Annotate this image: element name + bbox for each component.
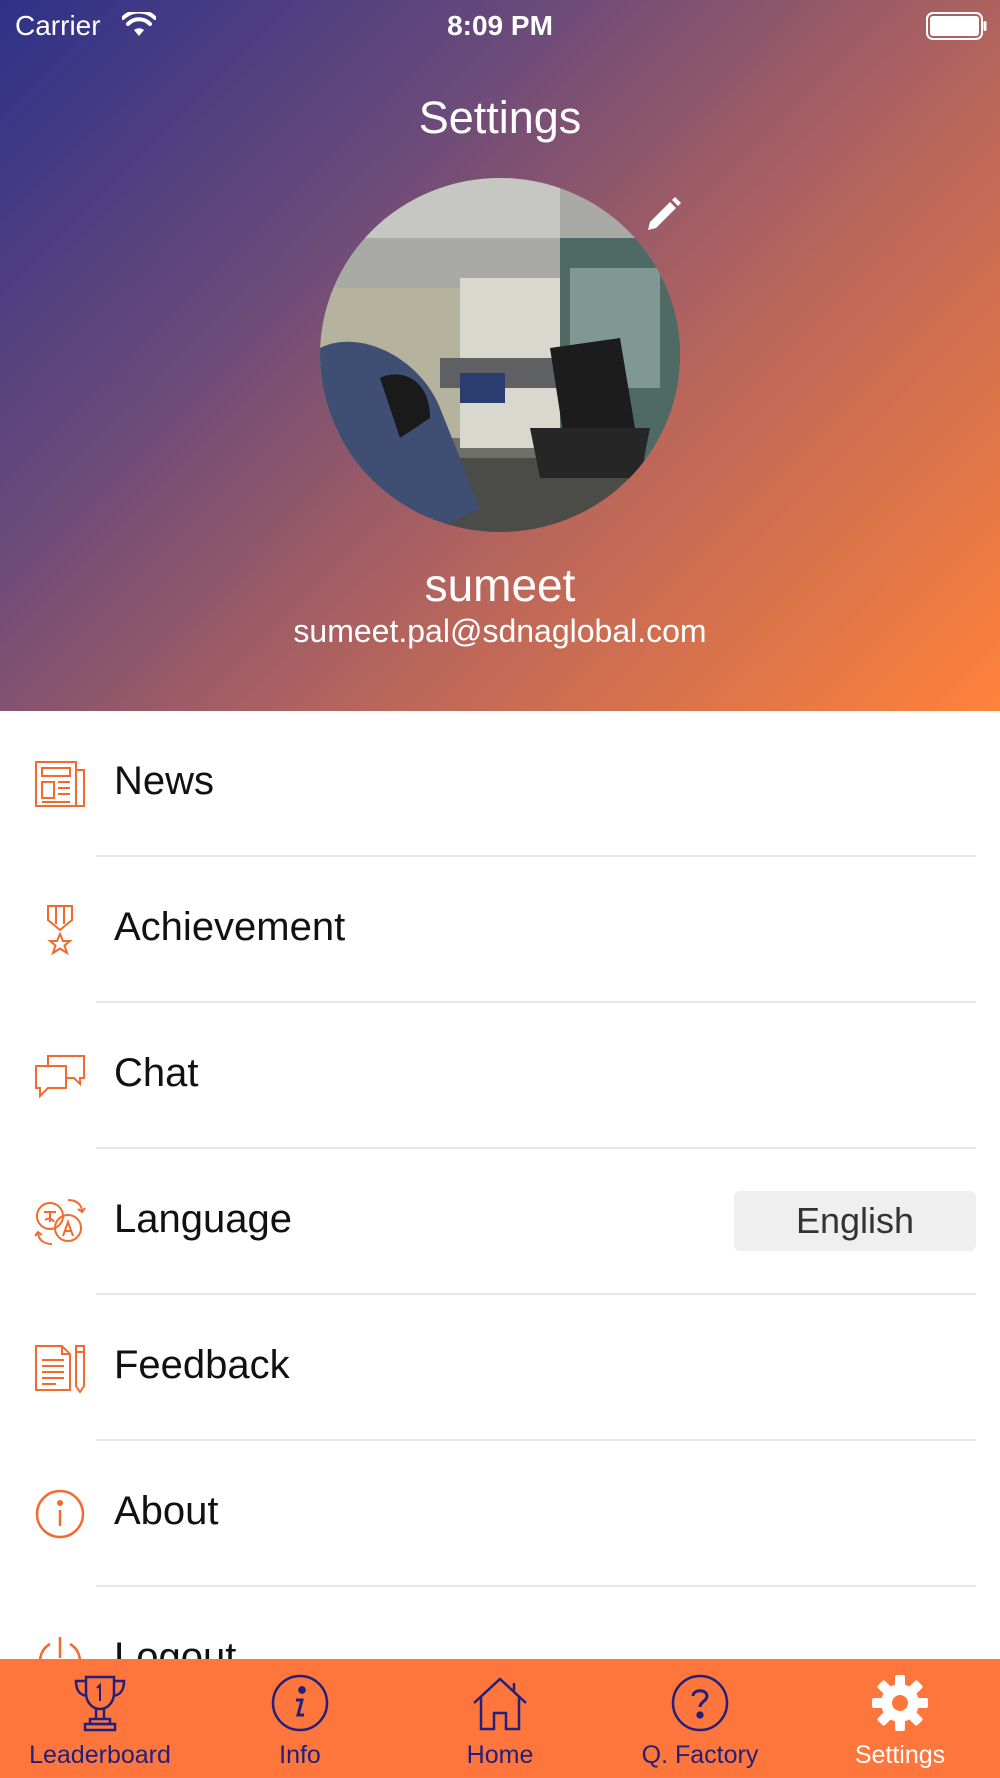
menu-item-chat[interactable]: Chat	[0, 1003, 1000, 1149]
tab-label: Leaderboard	[29, 1741, 171, 1769]
status-bar: Carrier 8:09 PM	[0, 0, 1000, 50]
tab-label: Info	[279, 1741, 321, 1769]
avatar[interactable]	[320, 178, 680, 532]
menu-item-feedback[interactable]: Feedback	[0, 1295, 1000, 1441]
settings-menu: News Achievement Chat Language Feedback …	[0, 711, 1000, 1733]
menu-item-label: News	[114, 759, 215, 803]
profile-header: Carrier 8:09 PM Settings sumeet sumeet.p…	[0, 0, 1000, 711]
menu-item-news[interactable]: News	[0, 711, 1000, 857]
menu-item-label: Chat	[114, 1051, 199, 1095]
translate-icon	[34, 1199, 86, 1245]
menu-item-about[interactable]: About	[0, 1441, 1000, 1587]
tab-label: Settings	[854, 1741, 946, 1769]
menu-item-label: About	[114, 1489, 219, 1533]
tab-label: Q. Factory	[641, 1741, 759, 1769]
trophy-icon	[74, 1675, 126, 1732]
info-icon	[271, 1674, 329, 1732]
tab-info[interactable]: Info	[200, 1659, 400, 1778]
menu-item-achievement[interactable]: Achievement	[0, 857, 1000, 1003]
menu-item-label: Language	[114, 1197, 292, 1241]
document-pen-icon	[35, 1345, 85, 1394]
language-value-button[interactable]: English	[734, 1191, 976, 1251]
edit-pencil-icon[interactable]	[640, 192, 686, 238]
question-icon	[671, 1674, 729, 1732]
avatar-photo	[320, 178, 680, 532]
menu-item-label: Achievement	[114, 905, 346, 949]
page-title: Settings	[418, 92, 582, 143]
battery-icon	[926, 12, 987, 40]
menu-item-label: Feedback	[114, 1343, 290, 1387]
newspaper-icon	[35, 761, 85, 807]
tab-q-factory[interactable]: Q. Factory	[600, 1659, 800, 1778]
gear-icon	[872, 1675, 928, 1731]
profile-username: sumeet	[424, 559, 576, 611]
home-icon	[473, 1677, 527, 1731]
tab-settings[interactable]: Settings	[800, 1659, 1000, 1778]
tab-label: Home	[466, 1741, 534, 1769]
clock: 8:09 PM	[447, 10, 553, 41]
tab-home[interactable]: Home	[400, 1659, 600, 1778]
medal-icon	[47, 905, 73, 956]
tab-leaderboard[interactable]: Leaderboard	[0, 1659, 200, 1778]
chat-bubbles-icon	[35, 1055, 85, 1099]
profile-email: sumeet.pal@sdnaglobal.com	[293, 613, 707, 649]
info-circle-icon	[35, 1489, 85, 1539]
tab-bar: Leaderboard Info Home Q. Factory Setting…	[0, 1659, 1000, 1778]
